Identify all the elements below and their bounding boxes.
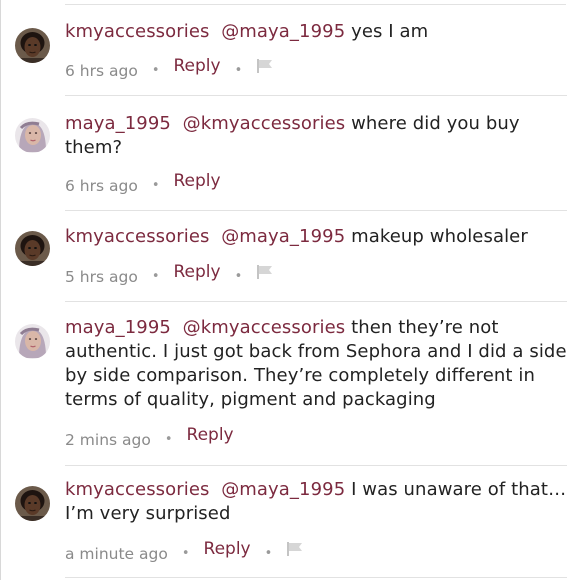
bullet-separator: • [151, 269, 160, 284]
bullet-separator: • [234, 63, 243, 78]
comment-mention[interactable]: @maya_1995 [221, 226, 345, 247]
comment-timestamp: 6 hrs ago [65, 62, 138, 80]
comment-author[interactable]: kmyaccessories [65, 21, 210, 42]
comment-text: kmyaccessories @maya_1995 yes I am [65, 20, 575, 44]
reply-button[interactable]: Reply [173, 171, 220, 191]
maya-avatar-image [15, 324, 50, 359]
flag-icon[interactable] [286, 540, 304, 564]
kmy-avatar-image [15, 28, 50, 63]
comment-meta: 2 mins ago • Reply [65, 425, 234, 452]
flag-icon[interactable] [256, 57, 274, 81]
flag-icon[interactable] [256, 263, 274, 287]
comment-author[interactable]: kmyaccessories [65, 479, 210, 500]
comment-text: kmyaccessories @maya_1995 makeup wholesa… [65, 225, 575, 249]
reply-button[interactable]: Reply [187, 425, 234, 445]
comment-author[interactable]: kmyaccessories [65, 226, 210, 247]
comment-meta: 6 hrs ago • Reply [65, 171, 221, 198]
reply-button[interactable]: Reply [173, 56, 220, 76]
comment-item: kmyaccessories @maya_1995 I was unaware … [1, 466, 580, 578]
comment-timestamp: 2 mins ago [65, 431, 151, 449]
comment-text: kmyaccessories @maya_1995 I was unaware … [65, 478, 575, 526]
comment-author[interactable]: maya_1995 [65, 113, 171, 134]
comment-thread: kmyaccessories @maya_1995 yes I am 6 hrs… [0, 0, 580, 580]
comment-meta: 6 hrs ago • Reply • [65, 56, 274, 83]
comment-mention[interactable]: @maya_1995 [221, 479, 345, 500]
comment-body: yes I am [345, 21, 429, 42]
bullet-separator: • [234, 269, 243, 284]
reply-button[interactable]: Reply [173, 262, 220, 282]
bullet-separator: • [151, 63, 160, 78]
reply-button[interactable]: Reply [204, 539, 251, 559]
avatar[interactable] [15, 28, 50, 63]
comment-text: maya_1995 @kmyaccessories then they’re n… [65, 316, 575, 412]
comment-item: kmyaccessories @maya_1995 makeup wholesa… [1, 211, 580, 302]
bullet-separator: • [151, 178, 160, 193]
divider [65, 577, 567, 578]
bullet-separator: • [181, 546, 190, 561]
kmy-avatar-image [15, 486, 50, 521]
avatar[interactable] [15, 486, 50, 521]
comment-meta: a minute ago • Reply • [65, 539, 304, 566]
comment-timestamp: 6 hrs ago [65, 177, 138, 195]
comment-item: maya_1995 @kmyaccessories where did you … [1, 96, 580, 211]
comment-meta: 5 hrs ago • Reply • [65, 262, 274, 289]
bullet-separator: • [164, 432, 173, 447]
comment-mention[interactable]: @kmyaccessories [183, 317, 346, 338]
comment-timestamp: 5 hrs ago [65, 268, 138, 286]
comment-text: maya_1995 @kmyaccessories where did you … [65, 112, 575, 160]
avatar[interactable] [15, 324, 50, 359]
avatar[interactable] [15, 231, 50, 266]
comment-mention[interactable]: @kmyaccessories [183, 113, 346, 134]
comment-author[interactable]: maya_1995 [65, 317, 171, 338]
comment-mention[interactable]: @maya_1995 [221, 21, 345, 42]
comment-timestamp: a minute ago [65, 545, 168, 563]
kmy-avatar-image [15, 231, 50, 266]
comment-item: maya_1995 @kmyaccessories then they’re n… [1, 302, 580, 466]
maya-avatar-image [15, 118, 50, 153]
bullet-separator: • [264, 546, 273, 561]
avatar[interactable] [15, 118, 50, 153]
comment-body: makeup wholesaler [345, 226, 528, 247]
comment-item: kmyaccessories @maya_1995 yes I am 6 hrs… [1, 4, 580, 96]
